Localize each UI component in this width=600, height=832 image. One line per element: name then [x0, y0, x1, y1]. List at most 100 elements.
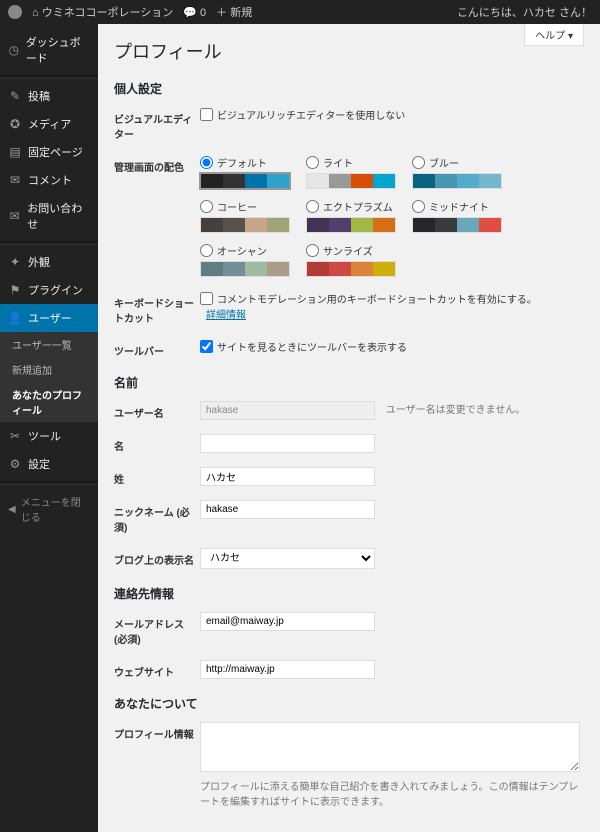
color-scheme-label: デフォルト [217, 155, 267, 170]
color-swatch [412, 217, 502, 233]
color-scheme-7[interactable]: サンライズ [306, 243, 396, 277]
username-desc: ユーザー名は変更できません。 [386, 405, 526, 416]
bio-textarea[interactable] [200, 722, 580, 772]
toolbar-checkbox-label[interactable]: サイトを見るときにツールバーを表示する [200, 339, 584, 354]
shortcuts-more-link[interactable]: 詳細情報 [206, 310, 246, 321]
page-title: プロフィール [114, 38, 584, 64]
wordpress-logo-icon[interactable] [8, 5, 22, 19]
label-color-scheme: 管理画面の配色 [114, 155, 200, 174]
comments-link[interactable]: 💬 0 [183, 6, 206, 19]
plugin-icon: ⚑ [8, 283, 22, 297]
menu-users[interactable]: 👤ユーザー [0, 304, 98, 332]
email-input[interactable] [200, 612, 375, 631]
nickname-input[interactable] [200, 500, 375, 519]
label-visual-editor: ビジュアルエディター [114, 107, 200, 141]
label-nickname: ニックネーム (必須) [114, 500, 200, 534]
media-icon: ✪ [8, 117, 22, 131]
username-input [200, 401, 375, 420]
color-scheme-label: ブルー [429, 155, 459, 170]
color-scheme-radio[interactable] [200, 200, 213, 213]
visual-editor-checkbox[interactable] [200, 108, 213, 121]
site-link[interactable]: ⌂ ウミネココーポレーション [32, 4, 173, 20]
shortcuts-checkbox[interactable] [200, 292, 213, 305]
color-scheme-label: エクトプラズム [323, 199, 393, 214]
account-link[interactable]: こんにちは、ハカセ さん！ [457, 7, 592, 19]
color-swatch [200, 173, 290, 189]
color-swatch [200, 261, 290, 277]
display-name-select[interactable]: ハカセ [200, 548, 375, 569]
tools-icon: ✂ [8, 429, 22, 443]
settings-icon: ⚙ [8, 457, 22, 471]
label-bio: プロフィール情報 [114, 722, 200, 741]
label-first-name: 名 [114, 434, 200, 453]
visual-editor-checkbox-label[interactable]: ビジュアルリッチエディターを使用しない [200, 107, 584, 122]
label-email: メールアドレス (必須) [114, 612, 200, 646]
menu-plugins[interactable]: ⚑プラグイン [0, 276, 98, 304]
label-toolbar: ツールバー [114, 339, 200, 358]
mail-icon: ✉ [8, 209, 21, 223]
color-scheme-radio[interactable] [200, 244, 213, 257]
menu-contact[interactable]: ✉お問い合わせ [0, 194, 98, 238]
color-scheme-radio[interactable] [306, 244, 319, 257]
color-schemes: デフォルト ライト ブルーコーヒー エクトプラズム ミッドナイトオーシャン サンライズ [200, 155, 584, 277]
admin-bar: ⌂ ウミネココーポレーション 💬 0 ＋ 新規 こんにちは、ハカセ さん！ [0, 0, 600, 24]
color-scheme-5[interactable]: ミッドナイト [412, 199, 502, 233]
menu-media[interactable]: ✪メディア [0, 110, 98, 138]
color-swatch [412, 173, 502, 189]
color-scheme-radio[interactable] [412, 200, 425, 213]
admin-sidebar: ◷ダッシュボード ✎投稿 ✪メディア ▤固定ページ ✉コメント ✉お問い合わせ … [0, 24, 98, 832]
label-last-name: 姓 [114, 467, 200, 486]
pin-icon: ✎ [8, 89, 22, 103]
submenu-users-profile[interactable]: あなたのプロフィール [0, 382, 98, 422]
color-scheme-6[interactable]: オーシャン [200, 243, 290, 277]
color-swatch [306, 217, 396, 233]
color-scheme-radio[interactable] [412, 156, 425, 169]
color-scheme-4[interactable]: エクトプラズム [306, 199, 396, 233]
section-about: あなたについて [114, 695, 584, 712]
menu-posts[interactable]: ✎投稿 [0, 82, 98, 110]
menu-dashboard[interactable]: ◷ダッシュボード [0, 28, 98, 72]
color-scheme-0[interactable]: デフォルト [200, 155, 290, 189]
color-scheme-label: コーヒー [217, 199, 257, 214]
section-personal: 個人設定 [114, 80, 584, 97]
label-website: ウェブサイト [114, 660, 200, 679]
menu-settings[interactable]: ⚙設定 [0, 450, 98, 478]
help-tab[interactable]: ヘルプ ▾ [524, 24, 584, 46]
color-scheme-label: ミッドナイト [429, 199, 489, 214]
page-icon: ▤ [8, 145, 22, 159]
color-swatch [306, 173, 396, 189]
users-icon: 👤 [8, 311, 22, 325]
last-name-input[interactable] [200, 467, 375, 486]
first-name-input[interactable] [200, 434, 375, 453]
color-swatch [306, 261, 396, 277]
menu-appearance[interactable]: ✦外観 [0, 248, 98, 276]
submenu-users-all[interactable]: ユーザー一覧 [0, 332, 98, 357]
menu-comments[interactable]: ✉コメント [0, 166, 98, 194]
label-display-name: ブログ上の表示名 [114, 548, 200, 567]
website-input[interactable] [200, 660, 375, 679]
color-scheme-2[interactable]: ブルー [412, 155, 502, 189]
menu-pages[interactable]: ▤固定ページ [0, 138, 98, 166]
color-scheme-3[interactable]: コーヒー [200, 199, 290, 233]
label-username: ユーザー名 [114, 401, 200, 420]
color-swatch [200, 217, 290, 233]
color-scheme-radio[interactable] [200, 156, 213, 169]
section-name: 名前 [114, 374, 584, 391]
color-scheme-radio[interactable] [306, 200, 319, 213]
color-scheme-label: オーシャン [217, 243, 267, 258]
bio-desc: プロフィールに添える簡単な自己紹介を書き入れてみましょう。この情報はテンプレート… [200, 778, 584, 808]
new-content-link[interactable]: ＋ 新規 [216, 4, 252, 20]
toolbar-checkbox[interactable] [200, 340, 213, 353]
color-scheme-label: サンライズ [323, 243, 373, 258]
shortcuts-checkbox-label[interactable]: コメントモデレーション用のキーボードショートカットを有効にする。 [200, 291, 584, 306]
color-scheme-radio[interactable] [306, 156, 319, 169]
label-shortcuts: キーボードショートカット [114, 291, 200, 325]
collapse-icon: ◀ [8, 504, 16, 515]
main-content: ヘルプ ▾ プロフィール 個人設定 ビジュアルエディター ビジュアルリッチエディ… [98, 24, 600, 832]
comment-icon: ✉ [8, 173, 22, 187]
brush-icon: ✦ [8, 255, 22, 269]
menu-tools[interactable]: ✂ツール [0, 422, 98, 450]
color-scheme-1[interactable]: ライト [306, 155, 396, 189]
menu-collapse[interactable]: ◀メニューを閉じる [0, 488, 98, 530]
submenu-users-add[interactable]: 新規追加 [0, 357, 98, 382]
